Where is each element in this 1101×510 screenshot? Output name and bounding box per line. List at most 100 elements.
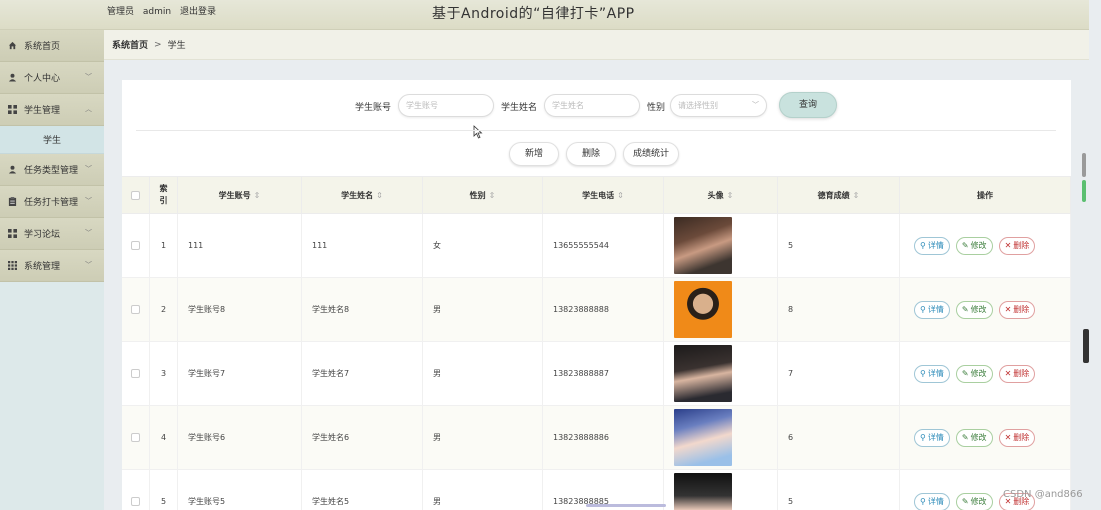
delete-row-button[interactable]: ✕ 删除 bbox=[998, 428, 1036, 447]
row-checkbox[interactable] bbox=[131, 433, 140, 442]
sidebar-item-task-types[interactable]: 任务类型管理 ﹀ bbox=[0, 154, 104, 186]
edit-button[interactable]: ✎ 修改 bbox=[955, 492, 993, 510]
detail-button[interactable]: ⚲ 详情 bbox=[914, 492, 950, 510]
delete-row-button[interactable]: ✕ 删除 bbox=[998, 236, 1036, 255]
name-text: 学生姓名6 bbox=[312, 433, 350, 442]
detail-button[interactable]: ⚲ 详情 bbox=[914, 364, 950, 383]
clipboard-icon bbox=[8, 197, 17, 206]
edit-button[interactable]: ✎ 修改 bbox=[955, 364, 993, 383]
stats-button[interactable]: 成绩统计 bbox=[623, 142, 679, 166]
detail-label: 详情 bbox=[927, 369, 944, 378]
close-icon: ✕ bbox=[1004, 241, 1012, 250]
phone-text: 13823888888 bbox=[553, 305, 609, 314]
breadcrumb-home[interactable]: 系统首页 bbox=[112, 38, 148, 51]
index-text: 5 bbox=[160, 497, 167, 506]
avatar bbox=[674, 281, 732, 338]
sidebar-item-label: 学习论坛 bbox=[24, 230, 61, 240]
row-checkbox[interactable] bbox=[131, 241, 140, 250]
delete-row-button[interactable]: ✕ 删除 bbox=[998, 300, 1036, 319]
cell-avatar bbox=[664, 214, 778, 277]
index-header-line2: 引 bbox=[159, 196, 168, 205]
sidebar-subitem-students[interactable]: 学生 bbox=[0, 126, 104, 154]
name-search-input[interactable]: 学生姓名 bbox=[544, 94, 640, 117]
col-header-account[interactable]: 学生账号 ⇕ bbox=[178, 177, 302, 213]
col-header-name[interactable]: 学生姓名 ⇕ bbox=[302, 177, 423, 213]
detail-label: 详情 bbox=[927, 305, 944, 314]
detail-button[interactable]: ⚲ 详情 bbox=[914, 428, 950, 447]
sidebar-item-students[interactable]: 学生管理 ︿ bbox=[0, 94, 104, 126]
delete-row-button[interactable]: ✕ 删除 bbox=[998, 364, 1036, 383]
table-row: 1 111 111 女 13655555544 5 ⚲ 详情 ✎ 修改 ✕ 删除 bbox=[122, 214, 1071, 278]
logout-link[interactable]: 退出登录 bbox=[180, 7, 216, 17]
sort-icon: ⇕ bbox=[488, 190, 496, 200]
row-checkbox[interactable] bbox=[131, 497, 140, 506]
chevron-down-icon: ﹀ bbox=[85, 229, 92, 237]
grid-icon bbox=[8, 105, 17, 114]
scrollbar[interactable] bbox=[1082, 153, 1086, 203]
pencil-icon: ✎ bbox=[961, 305, 969, 314]
sort-icon: ⇕ bbox=[726, 190, 734, 200]
sex-text: 男 bbox=[433, 433, 441, 442]
score-text: 8 bbox=[788, 305, 794, 314]
side-drag-handle[interactable] bbox=[1083, 329, 1089, 363]
sidebar-item-home[interactable]: 系统首页 bbox=[0, 30, 104, 62]
sidebar-item-forum[interactable]: 学习论坛 ﹀ bbox=[0, 218, 104, 250]
cell-index: 3 bbox=[150, 342, 178, 405]
students-table: 索 引 学生账号 ⇕ 学生姓名 ⇕ 性别 ⇕ 学生电话 ⇕ 头像 ⇕ 德育成绩 ⇕ 操作 1… bbox=[122, 176, 1071, 510]
row-select-cell bbox=[122, 278, 150, 341]
chevron-down-icon: ﹀ bbox=[85, 165, 92, 173]
sidebar-item-label: 学生管理 bbox=[24, 106, 61, 116]
phone-text: 13823888886 bbox=[553, 433, 609, 442]
row-checkbox[interactable] bbox=[131, 305, 140, 314]
cell-ops: ⚲ 详情 ✎ 修改 ✕ 删除 bbox=[900, 214, 1071, 277]
name-label: 学生姓名 bbox=[501, 103, 538, 113]
action-bar: 新增 删除 成绩统计 bbox=[122, 142, 1071, 166]
col-header-phone[interactable]: 学生电话 ⇕ bbox=[543, 177, 664, 213]
col-header-label: 操作 bbox=[977, 190, 993, 200]
col-header-sex[interactable]: 性别 ⇕ bbox=[423, 177, 543, 213]
detail-button[interactable]: ⚲ 详情 bbox=[914, 300, 950, 319]
delete-label: 删除 bbox=[1013, 305, 1030, 314]
account-search-input[interactable]: 学生账号 bbox=[398, 94, 494, 117]
table-header: 索 引 学生账号 ⇕ 学生姓名 ⇕ 性别 ⇕ 学生电话 ⇕ 头像 ⇕ 德育成绩 ⇕ 操作 bbox=[122, 176, 1071, 214]
select-all-checkbox[interactable] bbox=[131, 190, 140, 200]
edit-label: 修改 bbox=[970, 305, 987, 314]
edit-button[interactable]: ✎ 修改 bbox=[955, 428, 993, 447]
avatar bbox=[674, 217, 732, 274]
search-icon: ⚲ bbox=[920, 369, 926, 378]
account-text: 111 bbox=[188, 241, 204, 250]
edit-button[interactable]: ✎ 修改 bbox=[955, 300, 993, 319]
sidebar-item-system[interactable]: 系统管理 ﹀ bbox=[0, 250, 104, 282]
app-title: 基于Android的“自律打卡”APP bbox=[432, 6, 635, 22]
delete-button[interactable]: 删除 bbox=[566, 142, 616, 166]
sex-text: 男 bbox=[433, 305, 441, 314]
detail-label: 详情 bbox=[927, 241, 944, 250]
detail-button[interactable]: ⚲ 详情 bbox=[914, 236, 950, 255]
add-button[interactable]: 新增 bbox=[509, 142, 559, 166]
sidebar-item-task-checkin[interactable]: 任务打卡管理 ﹀ bbox=[0, 186, 104, 218]
edit-button[interactable]: ✎ 修改 bbox=[955, 236, 993, 255]
edit-label: 修改 bbox=[970, 241, 987, 250]
col-header-label: 头像 bbox=[707, 190, 724, 200]
cell-sex: 男 bbox=[423, 278, 543, 341]
col-header-ops: 操作 bbox=[900, 177, 1071, 213]
user-icon bbox=[8, 165, 17, 174]
cell-phone: 13655555544 bbox=[543, 214, 664, 277]
cell-score: 7 bbox=[778, 342, 900, 405]
name-text: 学生姓名8 bbox=[312, 305, 350, 314]
row-checkbox[interactable] bbox=[131, 369, 140, 378]
col-header-avatar[interactable]: 头像 ⇕ bbox=[664, 177, 778, 213]
index-text: 3 bbox=[160, 369, 167, 378]
index-header-line1: 索 bbox=[159, 184, 168, 193]
sidebar-item-profile[interactable]: 个人中心 ﹀ bbox=[0, 62, 104, 94]
search-icon: ⚲ bbox=[920, 241, 926, 250]
col-header-score[interactable]: 德育成绩 ⇕ bbox=[778, 177, 900, 213]
sex-select[interactable]: 请选择性别 ﹀ bbox=[670, 94, 767, 117]
delete-label: 删除 bbox=[1013, 241, 1030, 250]
account-label: 学生账号 bbox=[355, 103, 392, 113]
sidebar-item-label: 任务打卡管理 bbox=[24, 198, 79, 208]
scrollbar-thumb[interactable] bbox=[1082, 153, 1086, 177]
table-body: 1 111 111 女 13655555544 5 ⚲ 详情 ✎ 修改 ✕ 删除 2 … bbox=[122, 214, 1071, 510]
col-header-label: 学生姓名 bbox=[341, 190, 374, 200]
query-button[interactable]: 查询 bbox=[779, 92, 837, 118]
